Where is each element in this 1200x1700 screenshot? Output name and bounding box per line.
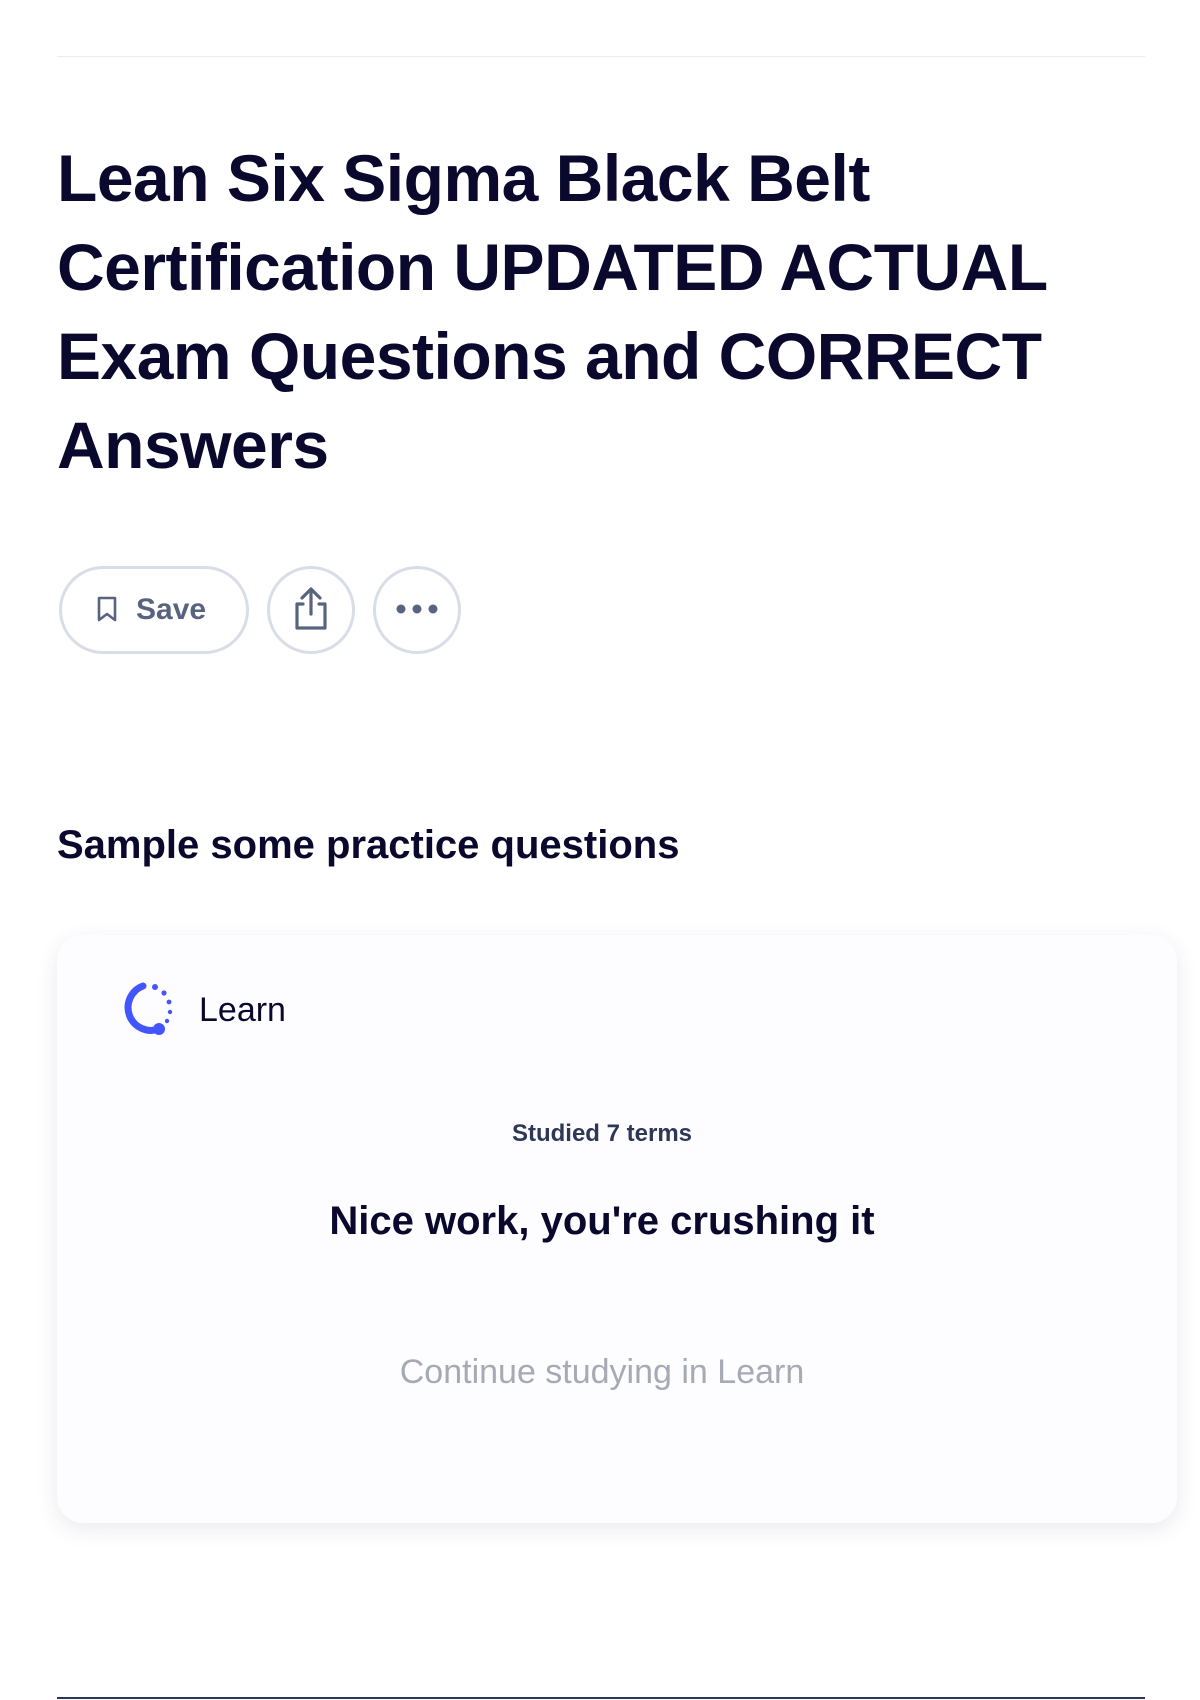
more-options-button[interactable] — [373, 566, 461, 654]
share-button[interactable] — [267, 566, 355, 654]
set-actions: Save — [59, 566, 461, 654]
learn-card-header: Learn — [115, 977, 286, 1044]
top-divider — [57, 56, 1145, 57]
share-icon — [291, 586, 331, 635]
studied-terms-text: Studied 7 terms — [511, 1120, 693, 1147]
save-button[interactable]: Save — [59, 566, 249, 654]
bottom-divider — [57, 1697, 1145, 1699]
learn-icon — [115, 977, 177, 1044]
encouragement-message: Nice work, you're crushing it — [329, 1199, 875, 1243]
learn-card: Learn Studied 7 terms Nice work, you're … — [57, 935, 1177, 1523]
learn-mode-label: Learn — [199, 991, 286, 1029]
page-title: Lean Six Sigma Black Belt Certification … — [57, 141, 1047, 482]
save-label: Save — [136, 593, 207, 626]
more-options-icon — [395, 603, 439, 618]
continue-studying-link[interactable]: Continue studying in Learn — [57, 1353, 1177, 1392]
practice-section-heading: Sample some practice questions — [57, 823, 680, 867]
bookmark-icon — [96, 595, 118, 626]
